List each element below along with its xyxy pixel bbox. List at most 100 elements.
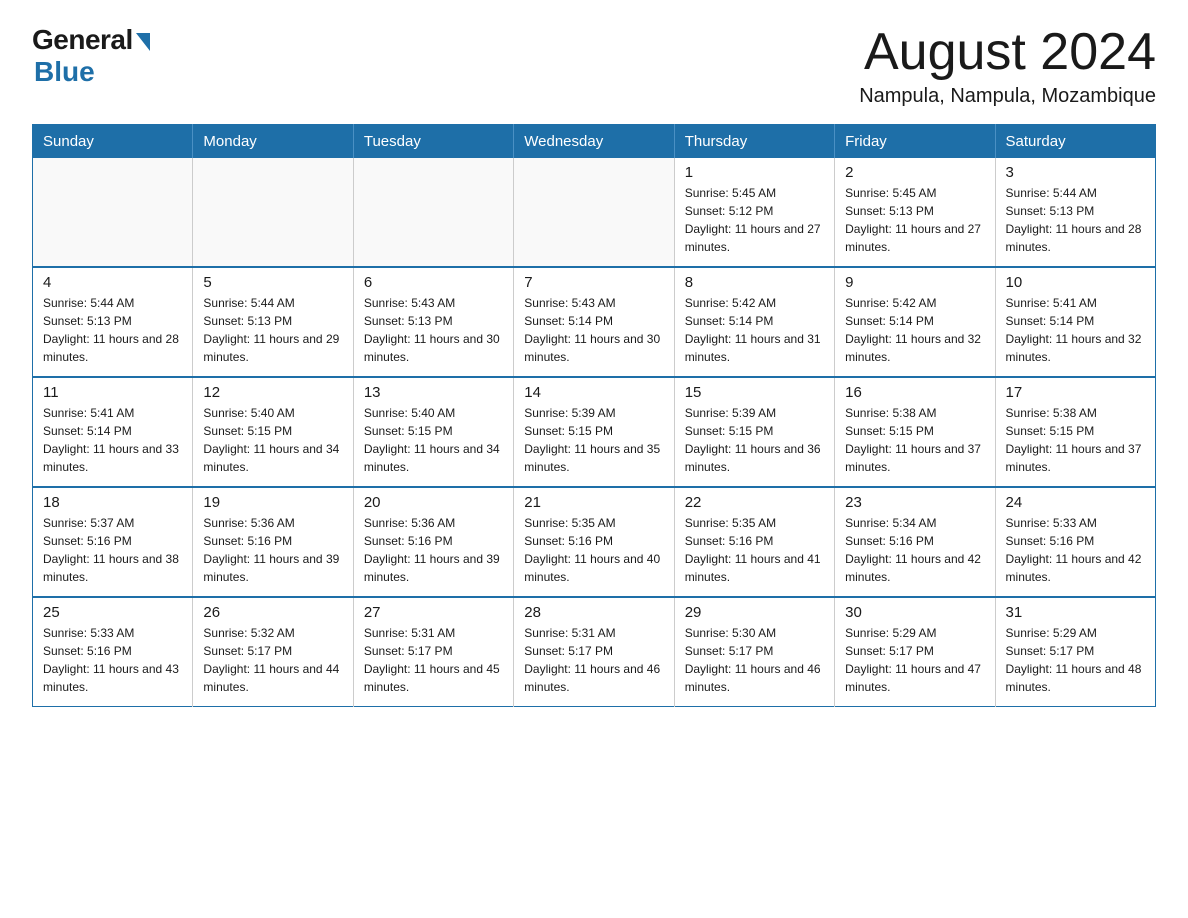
day-info: Sunrise: 5:29 AMSunset: 5:17 PMDaylight:… [845, 624, 984, 696]
logo-general-text: General [32, 24, 133, 56]
day-info: Sunrise: 5:35 AMSunset: 5:16 PMDaylight:… [685, 514, 824, 586]
day-number: 23 [845, 494, 984, 511]
day-number: 11 [43, 384, 182, 401]
calendar-day-cell: 30 Sunrise: 5:29 AMSunset: 5:17 PMDayligh… [835, 597, 995, 707]
day-number: 9 [845, 274, 984, 291]
day-number: 20 [364, 494, 503, 511]
weekday-header-thursday: Thursday [674, 125, 834, 159]
day-number: 27 [364, 604, 503, 621]
day-number: 13 [364, 384, 503, 401]
day-info: Sunrise: 5:45 AMSunset: 5:13 PMDaylight:… [845, 184, 984, 256]
day-number: 21 [524, 494, 663, 511]
day-info: Sunrise: 5:42 AMSunset: 5:14 PMDaylight:… [845, 294, 984, 366]
calendar-day-cell: 3 Sunrise: 5:44 AMSunset: 5:13 PMDaylight… [995, 158, 1155, 267]
weekday-header-friday: Friday [835, 125, 995, 159]
location-text: Nampula, Nampula, Mozambique [859, 85, 1156, 108]
calendar-day-cell: 26Sunrise: 5:32 AMSunset: 5:17 PMDayligh… [193, 597, 353, 707]
calendar-day-cell: 17Sunrise: 5:38 AMSunset: 5:15 PMDayligh… [995, 377, 1155, 487]
calendar-day-cell: 12 Sunrise: 5:40 AMSunset: 5:15 PMDayligh… [193, 377, 353, 487]
calendar-day-cell: 23 Sunrise: 5:34 AMSunset: 5:16 PMDayligh… [835, 487, 995, 597]
weekday-header-sunday: Sunday [33, 125, 193, 159]
calendar-day-cell: 29Sunrise: 5:30 AMSunset: 5:17 PMDayligh… [674, 597, 834, 707]
calendar-day-cell [33, 158, 193, 267]
day-number: 12 [203, 384, 342, 401]
day-number: 19 [203, 494, 342, 511]
calendar-week-row: 25 Sunrise: 5:33 AMSunset: 5:16 PMDayligh… [33, 597, 1156, 707]
day-info: Sunrise: 5:37 AMSunset: 5:16 PMDaylight:… [43, 514, 182, 586]
day-number: 5 [203, 274, 342, 291]
calendar-day-cell: 8 Sunrise: 5:42 AMSunset: 5:14 PMDaylight… [674, 267, 834, 377]
calendar-day-cell: 18 Sunrise: 5:37 AMSunset: 5:16 PMDayligh… [33, 487, 193, 597]
day-number: 16 [845, 384, 984, 401]
day-number: 28 [524, 604, 663, 621]
calendar-day-cell: 16Sunrise: 5:38 AMSunset: 5:15 PMDayligh… [835, 377, 995, 487]
weekday-header-wednesday: Wednesday [514, 125, 674, 159]
day-info: Sunrise: 5:40 AMSunset: 5:15 PMDaylight:… [364, 404, 503, 476]
page-header: General Blue August 2024 Nampula, Nampul… [32, 24, 1156, 108]
logo: General Blue [32, 24, 150, 88]
calendar-day-cell: 11Sunrise: 5:41 AMSunset: 5:14 PMDayligh… [33, 377, 193, 487]
calendar-week-row: 4Sunrise: 5:44 AMSunset: 5:13 PMDaylight… [33, 267, 1156, 377]
calendar-day-cell: 4Sunrise: 5:44 AMSunset: 5:13 PMDaylight… [33, 267, 193, 377]
calendar-day-cell: 5 Sunrise: 5:44 AMSunset: 5:13 PMDaylight… [193, 267, 353, 377]
day-info: Sunrise: 5:39 AMSunset: 5:15 PMDaylight:… [524, 404, 663, 476]
calendar-day-cell: 10Sunrise: 5:41 AMSunset: 5:14 PMDayligh… [995, 267, 1155, 377]
calendar-day-cell: 27 Sunrise: 5:31 AMSunset: 5:17 PMDayligh… [353, 597, 513, 707]
day-number: 30 [845, 604, 984, 621]
calendar-day-cell: 2 Sunrise: 5:45 AMSunset: 5:13 PMDaylight… [835, 158, 995, 267]
day-info: Sunrise: 5:33 AMSunset: 5:16 PMDaylight:… [43, 624, 182, 696]
day-number: 8 [685, 274, 824, 291]
calendar-day-cell: 6 Sunrise: 5:43 AMSunset: 5:13 PMDaylight… [353, 267, 513, 377]
day-number: 24 [1006, 494, 1145, 511]
weekday-header-saturday: Saturday [995, 125, 1155, 159]
calendar-week-row: 1 Sunrise: 5:45 AMSunset: 5:12 PMDaylight… [33, 158, 1156, 267]
calendar-day-cell: 9 Sunrise: 5:42 AMSunset: 5:14 PMDaylight… [835, 267, 995, 377]
day-info: Sunrise: 5:44 AMSunset: 5:13 PMDaylight:… [1006, 184, 1145, 256]
calendar-day-cell: 19 Sunrise: 5:36 AMSunset: 5:16 PMDayligh… [193, 487, 353, 597]
weekday-header-monday: Monday [193, 125, 353, 159]
day-number: 6 [364, 274, 503, 291]
calendar-day-cell: 21Sunrise: 5:35 AMSunset: 5:16 PMDayligh… [514, 487, 674, 597]
calendar-week-row: 18 Sunrise: 5:37 AMSunset: 5:16 PMDayligh… [33, 487, 1156, 597]
day-number: 18 [43, 494, 182, 511]
calendar-day-cell: 13 Sunrise: 5:40 AMSunset: 5:15 PMDayligh… [353, 377, 513, 487]
day-number: 17 [1006, 384, 1145, 401]
calendar-header-row: SundayMondayTuesdayWednesdayThursdayFrid… [33, 125, 1156, 159]
day-number: 31 [1006, 604, 1145, 621]
day-number: 1 [685, 164, 824, 181]
day-info: Sunrise: 5:43 AMSunset: 5:13 PMDaylight:… [364, 294, 503, 366]
calendar-day-cell [193, 158, 353, 267]
day-info: Sunrise: 5:29 AMSunset: 5:17 PMDaylight:… [1006, 624, 1145, 696]
day-number: 7 [524, 274, 663, 291]
day-number: 2 [845, 164, 984, 181]
calendar-day-cell [514, 158, 674, 267]
calendar-day-cell: 14 Sunrise: 5:39 AMSunset: 5:15 PMDayligh… [514, 377, 674, 487]
day-info: Sunrise: 5:39 AMSunset: 5:15 PMDaylight:… [685, 404, 824, 476]
day-number: 15 [685, 384, 824, 401]
day-info: Sunrise: 5:44 AMSunset: 5:13 PMDaylight:… [43, 294, 182, 366]
day-number: 3 [1006, 164, 1145, 181]
day-info: Sunrise: 5:33 AMSunset: 5:16 PMDaylight:… [1006, 514, 1145, 586]
month-title: August 2024 [859, 24, 1156, 81]
calendar-day-cell: 1 Sunrise: 5:45 AMSunset: 5:12 PMDaylight… [674, 158, 834, 267]
day-info: Sunrise: 5:40 AMSunset: 5:15 PMDaylight:… [203, 404, 342, 476]
day-info: Sunrise: 5:34 AMSunset: 5:16 PMDaylight:… [845, 514, 984, 586]
day-info: Sunrise: 5:44 AMSunset: 5:13 PMDaylight:… [203, 294, 342, 366]
day-info: Sunrise: 5:43 AMSunset: 5:14 PMDaylight:… [524, 294, 663, 366]
calendar-day-cell [353, 158, 513, 267]
day-info: Sunrise: 5:36 AMSunset: 5:16 PMDaylight:… [203, 514, 342, 586]
day-number: 14 [524, 384, 663, 401]
calendar-day-cell: 22Sunrise: 5:35 AMSunset: 5:16 PMDayligh… [674, 487, 834, 597]
calendar-day-cell: 25 Sunrise: 5:33 AMSunset: 5:16 PMDayligh… [33, 597, 193, 707]
day-info: Sunrise: 5:45 AMSunset: 5:12 PMDaylight:… [685, 184, 824, 256]
calendar-day-cell: 20 Sunrise: 5:36 AMSunset: 5:16 PMDayligh… [353, 487, 513, 597]
day-info: Sunrise: 5:42 AMSunset: 5:14 PMDaylight:… [685, 294, 824, 366]
day-info: Sunrise: 5:30 AMSunset: 5:17 PMDaylight:… [685, 624, 824, 696]
day-info: Sunrise: 5:36 AMSunset: 5:16 PMDaylight:… [364, 514, 503, 586]
day-number: 25 [43, 604, 182, 621]
calendar-day-cell: 28Sunrise: 5:31 AMSunset: 5:17 PMDayligh… [514, 597, 674, 707]
weekday-header-tuesday: Tuesday [353, 125, 513, 159]
day-info: Sunrise: 5:32 AMSunset: 5:17 PMDaylight:… [203, 624, 342, 696]
day-info: Sunrise: 5:31 AMSunset: 5:17 PMDaylight:… [364, 624, 503, 696]
day-info: Sunrise: 5:41 AMSunset: 5:14 PMDaylight:… [1006, 294, 1145, 366]
